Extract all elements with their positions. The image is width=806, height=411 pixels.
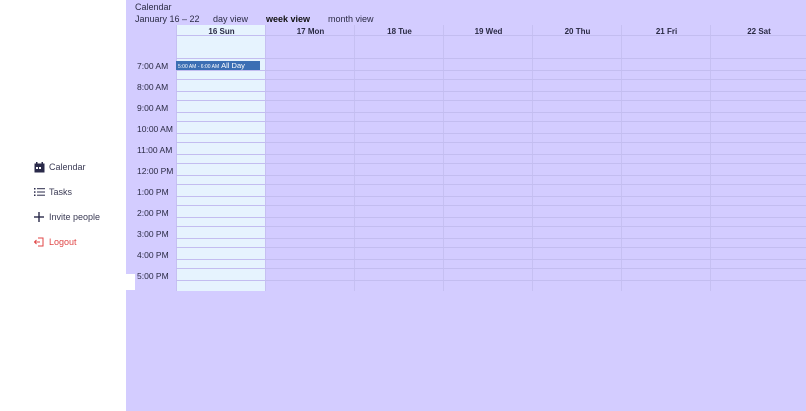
grid-line	[176, 175, 806, 176]
grid-line	[176, 154, 806, 155]
event-title: All Day	[221, 61, 245, 70]
grid-line	[176, 91, 806, 92]
grid-line	[176, 35, 806, 36]
day-column-wed[interactable]: 19 Wed	[443, 25, 533, 291]
time-label: 1:00 PM	[137, 187, 169, 197]
time-label: 3:00 PM	[137, 229, 169, 239]
time-label: 2:00 PM	[137, 208, 169, 218]
sidebar-item-label: Invite people	[49, 212, 101, 222]
grid-line	[176, 196, 806, 197]
list-icon	[33, 186, 45, 198]
grid-line	[176, 184, 806, 185]
grid-line	[176, 142, 806, 143]
day-column-thu[interactable]: 20 Thu	[532, 25, 622, 291]
time-label: 12:00 PM	[137, 166, 174, 176]
grid-line	[176, 268, 806, 269]
grid-line	[176, 58, 806, 59]
grid-line	[176, 112, 806, 113]
event-time: 5:00 AM - 6:00 AM	[178, 64, 220, 70]
grid-line	[176, 100, 806, 101]
sidebar: Calendar Tasks Invite people Logout	[0, 0, 126, 411]
grid-line	[176, 217, 806, 218]
week-view-button[interactable]: week view	[266, 14, 310, 24]
logout-icon	[33, 236, 45, 248]
month-view-button[interactable]: month view	[328, 14, 374, 24]
sidebar-item-label: Calendar	[49, 162, 86, 172]
grid-line	[176, 259, 806, 260]
time-label: 4:00 PM	[137, 250, 169, 260]
grid-line	[176, 79, 806, 80]
grid-line	[176, 247, 806, 248]
sidebar-item-tasks[interactable]: Tasks	[33, 186, 72, 198]
grid-line	[176, 133, 806, 134]
sidebar-item-label: Logout	[49, 237, 77, 247]
grid-line	[176, 238, 806, 239]
time-label: 8:00 AM	[137, 82, 169, 92]
day-view-button[interactable]: day view	[213, 14, 248, 24]
divider	[126, 274, 135, 290]
day-column-mon[interactable]: 17 Mon	[265, 25, 355, 291]
day-column-tue[interactable]: 18 Tue	[354, 25, 444, 291]
calendar-event[interactable]: 5:00 AM - 6:00 AM All Day	[176, 61, 260, 70]
time-label: 5:00 PM	[137, 271, 169, 281]
page-title: Calendar	[135, 2, 172, 12]
time-label: 10:00 AM	[137, 124, 173, 134]
grid-line	[176, 163, 806, 164]
calendar-icon	[33, 161, 45, 173]
grid-line	[176, 280, 806, 281]
day-column-sat[interactable]: 22 Sat	[710, 25, 806, 291]
sidebar-item-calendar[interactable]: Calendar	[33, 161, 86, 173]
time-label: 9:00 AM	[137, 103, 169, 113]
time-label: 11:00 AM	[137, 145, 173, 155]
date-range: January 16 – 22	[135, 14, 200, 24]
grid-line	[176, 226, 806, 227]
plus-icon	[33, 211, 45, 223]
day-column-fri[interactable]: 21 Fri	[621, 25, 711, 291]
grid-line	[176, 121, 806, 122]
sidebar-item-label: Tasks	[49, 187, 73, 197]
grid-line	[176, 205, 806, 206]
sidebar-item-invite-people[interactable]: Invite people	[33, 211, 100, 223]
grid-line	[176, 70, 806, 71]
sidebar-item-logout[interactable]: Logout	[33, 236, 77, 248]
time-label: 7:00 AM	[137, 61, 169, 71]
